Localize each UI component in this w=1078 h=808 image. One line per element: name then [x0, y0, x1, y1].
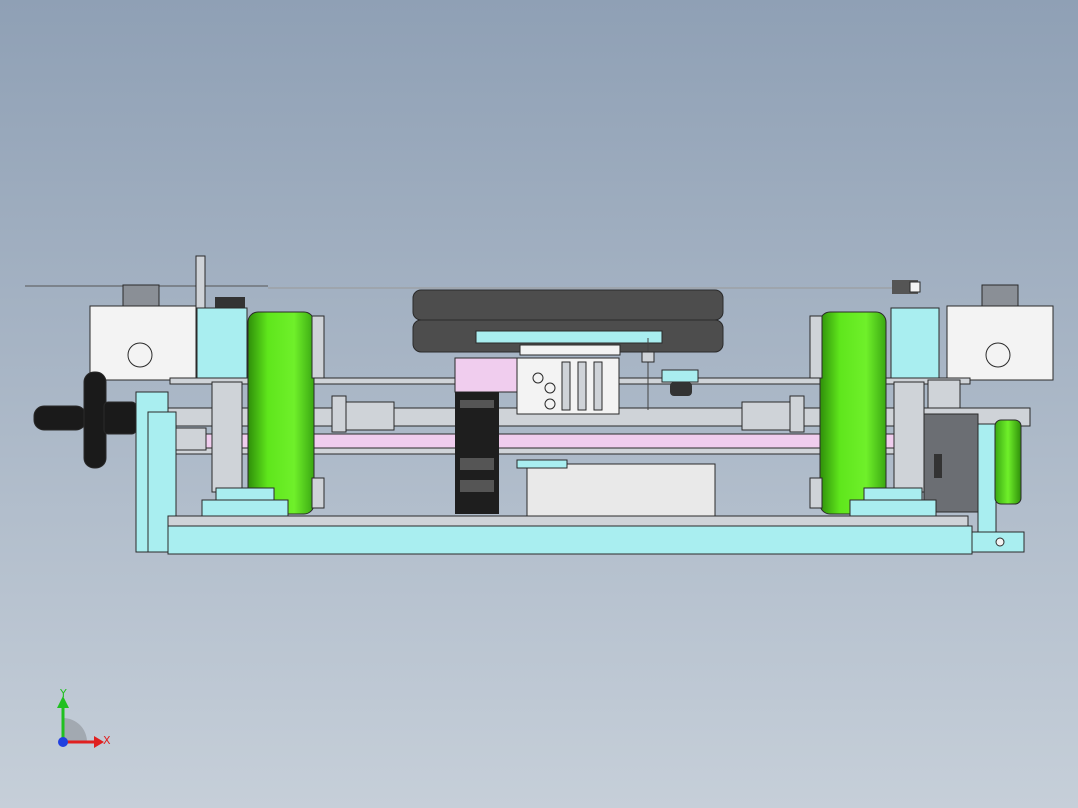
pad-white-plate [519, 344, 621, 356]
cylinder-rod-2 [577, 361, 587, 411]
handwheel-hub[interactable] [103, 401, 137, 435]
pink-mount[interactable] [454, 357, 518, 393]
left-column[interactable] [211, 381, 243, 493]
right-motor-block[interactable] [923, 413, 979, 513]
right-upper-bracket[interactable] [890, 307, 940, 382]
center-mount-plate[interactable] [516, 459, 568, 469]
left-roller-hub-top [311, 315, 325, 379]
right-roller[interactable] [819, 311, 887, 515]
cylinder-bolt-2 [544, 382, 556, 394]
upper-pad[interactable] [412, 289, 724, 321]
cad-viewport[interactable]: Y X [0, 0, 1078, 808]
left-roller[interactable] [247, 311, 315, 515]
probe-cap[interactable] [661, 369, 699, 383]
drag-chain-link-1 [460, 458, 494, 470]
probe-head[interactable] [641, 351, 655, 363]
right-housing-hole [985, 342, 1011, 368]
left-roller-hub-bottom [311, 477, 325, 509]
cylinder-rod-1 [561, 361, 571, 411]
cylinder-bolt-1 [532, 372, 544, 384]
cylinder-rod-3 [593, 361, 603, 411]
drag-chain-link-2 [460, 480, 494, 492]
left-end-hub[interactable] [175, 427, 207, 451]
right-motor-cap[interactable] [981, 284, 1019, 310]
left-post[interactable] [195, 255, 206, 309]
right-sensor-tab [909, 281, 921, 293]
triad-arc [63, 718, 87, 742]
shaft-collar-right[interactable] [789, 395, 805, 433]
center-lower-box[interactable] [526, 463, 716, 519]
pad-cyan-plate [475, 330, 663, 344]
triad-y-label: Y [60, 687, 67, 700]
shaft-collar-left[interactable] [331, 395, 347, 433]
left-upper-bracket[interactable] [196, 307, 248, 382]
left-housing-hole [127, 342, 153, 368]
shaft-sleeve-right[interactable] [741, 401, 791, 431]
drag-chain-link-3 [460, 400, 494, 408]
triad-x-label: X [103, 734, 111, 747]
base-rail-top [167, 515, 969, 527]
handwheel-rim[interactable] [83, 371, 107, 469]
assembly-model[interactable] [0, 0, 1078, 808]
right-end-green-wheel[interactable] [994, 419, 1022, 505]
cylinder-bolt-3 [544, 398, 556, 410]
right-motor-mount[interactable] [927, 379, 961, 409]
triad-z-axis [58, 737, 68, 747]
right-roller-hub-top [809, 315, 823, 379]
right-column[interactable] [893, 381, 925, 493]
right-motor-slot [934, 454, 942, 478]
probe-knob[interactable] [670, 382, 692, 396]
shaft-sleeve-left[interactable] [345, 401, 395, 431]
handwheel-handle[interactable] [33, 405, 87, 431]
drag-chain[interactable] [455, 392, 499, 514]
axis-triad [57, 696, 104, 748]
base-frame[interactable] [167, 525, 973, 555]
right-roller-hub-bottom [809, 477, 823, 509]
left-motor-cap[interactable] [122, 284, 160, 310]
right-base-bolt [995, 537, 1005, 547]
right-end-cyan-plate[interactable] [977, 423, 997, 535]
